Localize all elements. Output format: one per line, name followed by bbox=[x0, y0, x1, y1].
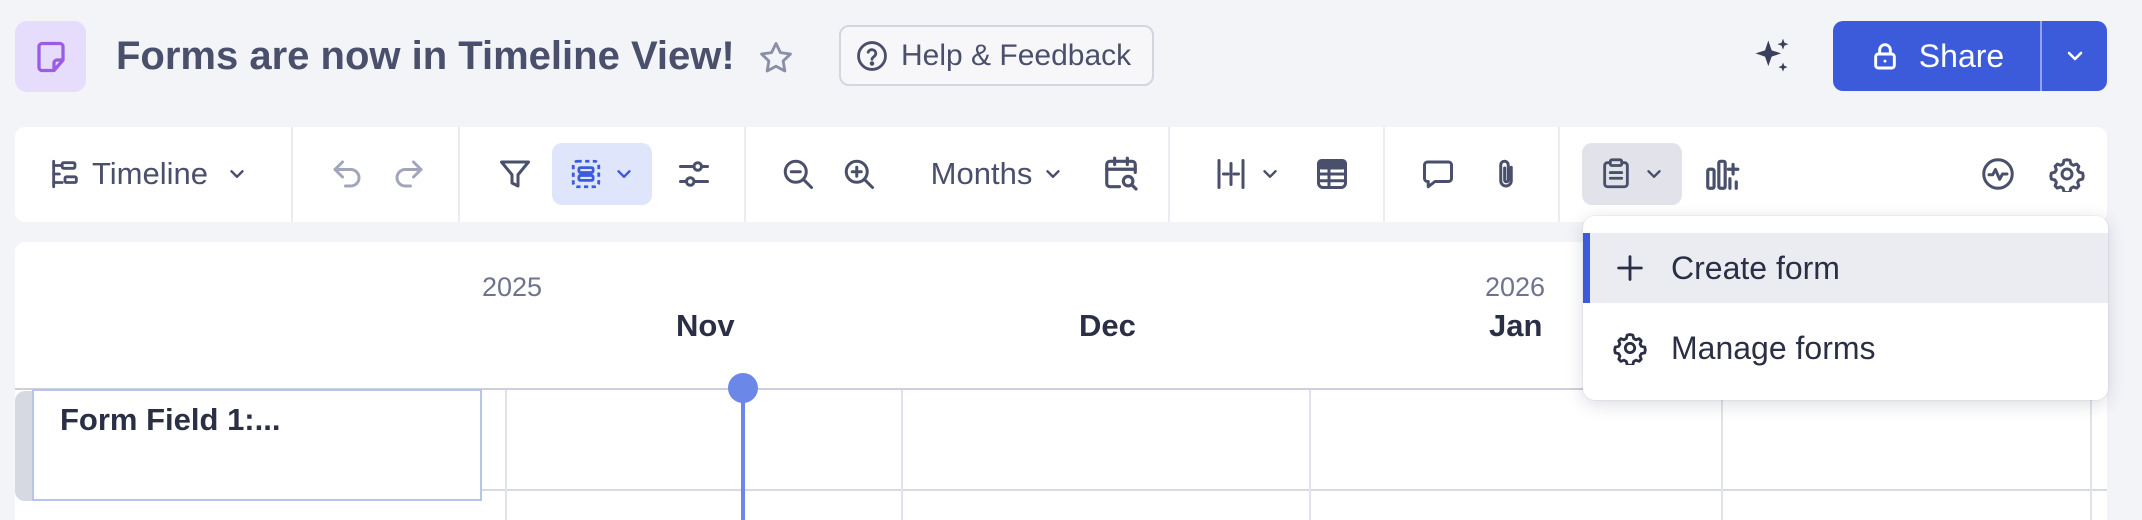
settings-button[interactable] bbox=[2039, 143, 2095, 205]
activity-icon bbox=[1982, 158, 2014, 190]
form-sheet-icon bbox=[36, 41, 65, 72]
zoom-out-icon bbox=[783, 159, 813, 189]
menu-item-label: Manage forms bbox=[1671, 329, 1876, 366]
column-width-button[interactable] bbox=[1197, 143, 1297, 205]
today-marker-line bbox=[741, 387, 745, 520]
menu-item-label: Create form bbox=[1671, 249, 1840, 286]
view-switcher-label: Timeline bbox=[92, 156, 208, 191]
favorite-button[interactable] bbox=[752, 34, 800, 82]
zoom-unit-select[interactable]: Months bbox=[910, 143, 1085, 205]
chevron-down-icon bbox=[617, 170, 631, 178]
grid-view-icon bbox=[1317, 159, 1347, 189]
toolbar-divider bbox=[1168, 127, 1170, 222]
share-group: Share bbox=[1833, 21, 2107, 91]
row-label: Form Field 1:... bbox=[60, 402, 281, 437]
forms-button[interactable] bbox=[1582, 143, 1682, 205]
sparkle-icon bbox=[1755, 38, 1789, 72]
view-switcher[interactable]: Timeline bbox=[27, 143, 269, 205]
help-feedback-label: Help & Feedback bbox=[901, 38, 1132, 72]
row-drag-handle[interactable] bbox=[15, 391, 32, 501]
chevron-down-icon bbox=[1647, 170, 1661, 178]
page-title[interactable]: Forms are now in Timeline View! bbox=[116, 30, 735, 82]
adjust-button[interactable] bbox=[668, 143, 720, 205]
help-feedback-button[interactable]: Help & Feedback bbox=[839, 25, 1154, 86]
column-width-icon bbox=[1217, 159, 1245, 189]
ai-assistant-button[interactable] bbox=[1748, 33, 1796, 81]
group-by-icon bbox=[571, 159, 601, 189]
redo-icon bbox=[395, 160, 423, 188]
chart-bars-icon bbox=[1706, 159, 1740, 190]
toolbar-divider bbox=[1383, 127, 1385, 222]
share-label: Share bbox=[1918, 37, 2005, 74]
toolbar-divider bbox=[458, 127, 460, 222]
grid-line bbox=[505, 390, 507, 520]
month-label: Nov bbox=[676, 308, 735, 343]
grid-view-button[interactable] bbox=[1304, 143, 1360, 205]
grid-line bbox=[1309, 390, 1311, 520]
zoom-unit-label: Months bbox=[930, 156, 1033, 191]
chevron-down-icon bbox=[2067, 51, 2082, 61]
share-options-button[interactable] bbox=[2042, 21, 2107, 91]
share-button[interactable]: Share bbox=[1833, 21, 2040, 91]
redo-button[interactable] bbox=[383, 143, 435, 205]
zoom-in-button[interactable] bbox=[833, 143, 885, 205]
month-label: Dec bbox=[1079, 308, 1136, 343]
settings-gear-icon bbox=[2049, 158, 2085, 192]
toolbar: Timeline Months bbox=[15, 127, 2107, 222]
grid-line bbox=[2090, 390, 2092, 520]
comments-button[interactable] bbox=[1410, 143, 1466, 205]
comment-icon bbox=[1423, 160, 1453, 189]
question-circle-icon bbox=[857, 40, 887, 71]
filter-button[interactable] bbox=[489, 143, 541, 205]
toolbar-divider bbox=[291, 127, 293, 222]
zoom-out-button[interactable] bbox=[772, 143, 824, 205]
app-icon[interactable] bbox=[15, 21, 86, 92]
toolbar-divider bbox=[1558, 127, 1560, 222]
scroll-to-date-button[interactable] bbox=[1093, 143, 1149, 205]
chevron-down-icon bbox=[1046, 170, 1061, 178]
undo-icon bbox=[333, 160, 361, 188]
group-by-button[interactable] bbox=[552, 143, 652, 205]
star-icon bbox=[760, 42, 792, 73]
filter-icon bbox=[500, 160, 530, 188]
year-label: 2026 bbox=[1485, 272, 1546, 302]
scroll-to-date-icon bbox=[1105, 156, 1138, 191]
grid-line bbox=[1721, 390, 1723, 520]
attachment-icon bbox=[1499, 159, 1513, 188]
adjust-icon bbox=[679, 161, 709, 187]
timeline-view-icon bbox=[52, 159, 78, 189]
attachments-button[interactable] bbox=[1478, 143, 1534, 205]
plus-icon bbox=[1617, 255, 1643, 281]
menu-item-manage-forms[interactable]: Manage forms bbox=[1583, 313, 2108, 383]
chevron-down-icon bbox=[1263, 170, 1277, 178]
charts-button[interactable] bbox=[1694, 143, 1750, 205]
undo-button[interactable] bbox=[321, 143, 373, 205]
gear-icon bbox=[1613, 333, 1647, 365]
menu-item-create-form[interactable]: Create form bbox=[1583, 233, 2108, 303]
lock-icon bbox=[1873, 43, 1896, 70]
form-icon bbox=[1603, 158, 1629, 189]
toolbar-divider bbox=[744, 127, 746, 222]
chevron-down-icon bbox=[230, 170, 244, 178]
month-label: Jan bbox=[1489, 308, 1543, 343]
forms-dropdown-menu: Create form Manage forms bbox=[1583, 216, 2108, 400]
year-label: 2025 bbox=[482, 272, 543, 302]
activity-button[interactable] bbox=[1970, 143, 2026, 205]
zoom-in-icon bbox=[844, 159, 874, 189]
today-marker[interactable] bbox=[728, 373, 758, 403]
grid-line bbox=[901, 390, 903, 520]
